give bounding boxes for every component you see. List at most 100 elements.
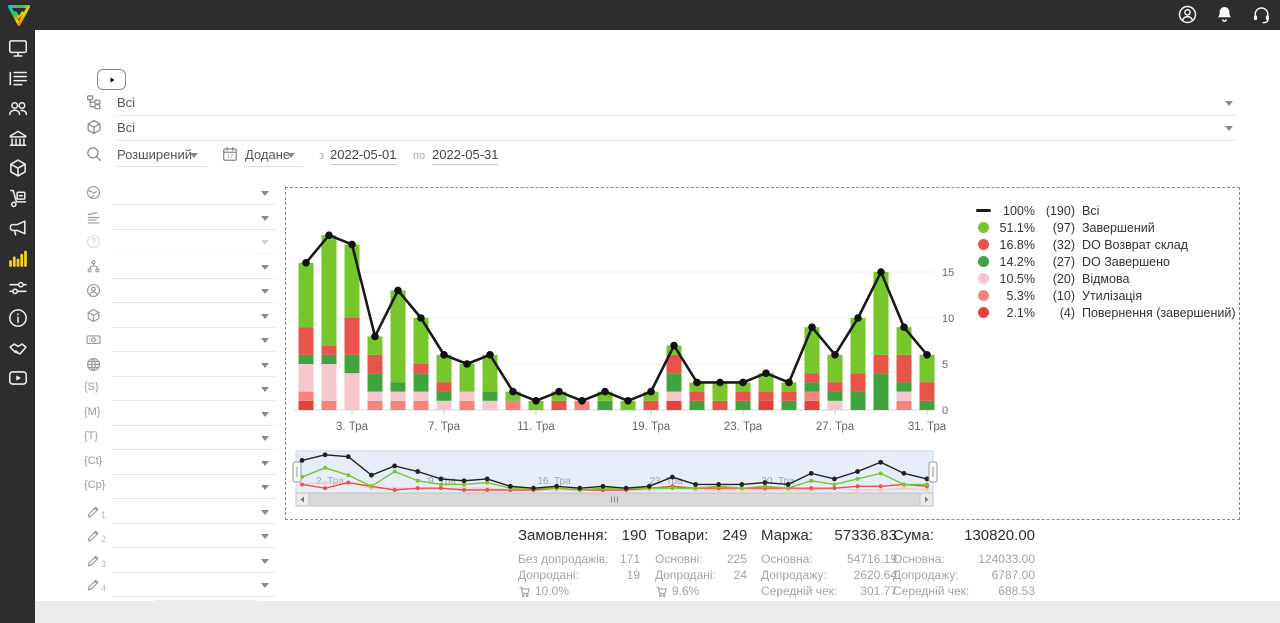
- search-mode-underline: [117, 166, 207, 167]
- extra-filter-caret[interactable]: [261, 240, 269, 245]
- sidebar-item-statistics[interactable]: [7, 247, 29, 269]
- product-filter-underline: [117, 140, 1235, 141]
- date-field-caret[interactable]: [287, 153, 295, 158]
- status-filter-row: [79, 207, 275, 231]
- main-content: Всі Всі Розширений 17 Додане з 2022-05-0…: [35, 30, 1280, 623]
- app-logo[interactable]: [7, 3, 31, 27]
- sidebar-item-video-lessons[interactable]: [7, 367, 29, 389]
- field-t-filter-icon: {T}: [84, 430, 98, 442]
- top-bar: [0, 0, 1280, 30]
- legend-count: (27): [1035, 255, 1075, 269]
- stat-title: Замовлення:: [518, 527, 608, 544]
- sidebar-item-info[interactable]: [7, 307, 29, 329]
- field-ct-filter-icon: {Ct}: [84, 455, 102, 467]
- calendar-icon: 17: [221, 145, 239, 163]
- stat-subvalue: 688.53: [998, 583, 1035, 599]
- video-help-button[interactable]: [97, 69, 126, 90]
- extra-filter-underline: [113, 253, 275, 254]
- source-filter-caret[interactable]: [261, 363, 269, 368]
- search-mode-select[interactable]: Розширений: [117, 147, 192, 162]
- payment-filter-row: [79, 329, 275, 353]
- legend-item[interactable]: 2.1%(4)Повернення (завершений): [976, 304, 1236, 321]
- stat-subvalue: 6787.00: [992, 567, 1035, 583]
- legend-item[interactable]: 10.5%(20)Відмова: [976, 270, 1236, 287]
- date-field-select[interactable]: Додане: [245, 147, 290, 162]
- date-from-input[interactable]: 2022-05-01: [330, 147, 397, 165]
- sidebar-item-marketing[interactable]: [7, 217, 29, 239]
- cart-icon: [655, 585, 668, 598]
- funnel-filter-value[interactable]: Всі: [117, 95, 135, 110]
- legend-percent: 51.1%: [991, 221, 1035, 235]
- field-m-filter-underline: [113, 425, 275, 426]
- product-box-icon: [85, 118, 103, 136]
- structure-filter-caret[interactable]: [261, 265, 269, 270]
- stat-sublabel: Без допродажів:: [518, 551, 608, 567]
- custom-field-4-filter-caret[interactable]: [261, 583, 269, 588]
- legend-item[interactable]: 16.8%(32)DO Возврат склад: [976, 236, 1236, 253]
- stat-subrow: Середній чек:688.53: [893, 583, 1035, 599]
- sidebar-item-products[interactable]: [7, 157, 29, 179]
- payment-filter-caret[interactable]: [261, 338, 269, 343]
- field-m-filter-caret[interactable]: [261, 412, 269, 417]
- field-cp-filter-underline: [113, 498, 275, 499]
- custom-field-1-filter-caret[interactable]: [261, 510, 269, 515]
- field-s-filter-icon: {S}: [84, 381, 99, 393]
- search-icon: [85, 145, 103, 163]
- legend-item[interactable]: 14.2%(27)DO Завершено: [976, 253, 1236, 270]
- search-mode-caret[interactable]: [190, 153, 198, 158]
- svg-text:23. Тра: 23. Тра: [649, 476, 683, 487]
- navigator-right-handle[interactable]: [929, 462, 937, 482]
- funnel-filter-caret[interactable]: [1225, 101, 1233, 106]
- custom-field-3-filter-caret[interactable]: [261, 559, 269, 564]
- product-filter-underline: [113, 327, 275, 328]
- date-to-input[interactable]: 2022-05-31: [432, 147, 499, 165]
- legend-count: (32): [1035, 238, 1075, 252]
- sidebar-item-dashboard[interactable]: [7, 37, 29, 59]
- support-icon[interactable]: [1251, 4, 1272, 25]
- geo-filter-caret[interactable]: [261, 191, 269, 196]
- custom-field-2-filter-icon: [85, 527, 102, 544]
- manager-filter-caret[interactable]: [261, 289, 269, 294]
- custom-field-1-filter-underline: [113, 523, 275, 524]
- sidebar-item-orders[interactable]: [7, 67, 29, 89]
- legend-dot-marker: [978, 307, 989, 318]
- notifications-icon[interactable]: [1214, 4, 1235, 25]
- legend-dot-marker: [978, 256, 989, 267]
- upsell-percent-row: 10.0%: [518, 584, 640, 598]
- field-t-filter-caret[interactable]: [261, 436, 269, 441]
- product-filter-caret[interactable]: [1225, 126, 1233, 131]
- custom-field-2-filter-underline: [113, 547, 275, 548]
- upsell-percent-row: 9.6%: [655, 584, 747, 598]
- account-icon[interactable]: [1177, 4, 1198, 25]
- svg-text:17: 17: [227, 154, 233, 160]
- product-filter-value[interactable]: Всі: [117, 120, 135, 135]
- field-ct-filter-row: {Ct}: [79, 452, 275, 476]
- legend-dot-marker: [978, 290, 989, 301]
- legend-item[interactable]: 51.1%(97)Завершений: [976, 219, 1236, 236]
- field-s-filter-caret[interactable]: [261, 387, 269, 392]
- sidebar-item-partners[interactable]: [7, 337, 29, 359]
- navigator-left-handle[interactable]: [293, 462, 301, 482]
- sidebar-item-store[interactable]: [7, 127, 29, 149]
- sidebar-item-clients[interactable]: [7, 97, 29, 119]
- legend-item[interactable]: 5.3%(10)Утилізація: [976, 287, 1236, 304]
- custom-field-2-filter-caret[interactable]: [261, 534, 269, 539]
- stat-sublabel: Основні:: [655, 551, 703, 567]
- custom-field-4-filter-underline: [113, 596, 275, 597]
- field-cp-filter-caret[interactable]: [261, 485, 269, 490]
- stat-value: 249: [722, 527, 747, 544]
- stat-subrow: Допродажу:2620.64: [761, 567, 897, 583]
- structure-filter-icon: [85, 258, 102, 275]
- status-filter-caret[interactable]: [261, 216, 269, 221]
- legend-label: DO Возврат склад: [1082, 238, 1188, 252]
- product-filter-caret[interactable]: [261, 314, 269, 319]
- stat-subvalue: 301.77: [860, 583, 897, 599]
- sidebar-item-settings[interactable]: [7, 277, 29, 299]
- field-ct-filter-caret[interactable]: [261, 461, 269, 466]
- stat-title-row: Сума:130820.00: [893, 527, 1035, 544]
- structure-filter-underline: [113, 278, 275, 279]
- custom-field-4-filter-icon: [85, 576, 102, 593]
- legend-count: (97): [1035, 221, 1075, 235]
- legend-item[interactable]: 100%(190)Всі: [976, 202, 1236, 219]
- sidebar-item-shipping[interactable]: [7, 187, 29, 209]
